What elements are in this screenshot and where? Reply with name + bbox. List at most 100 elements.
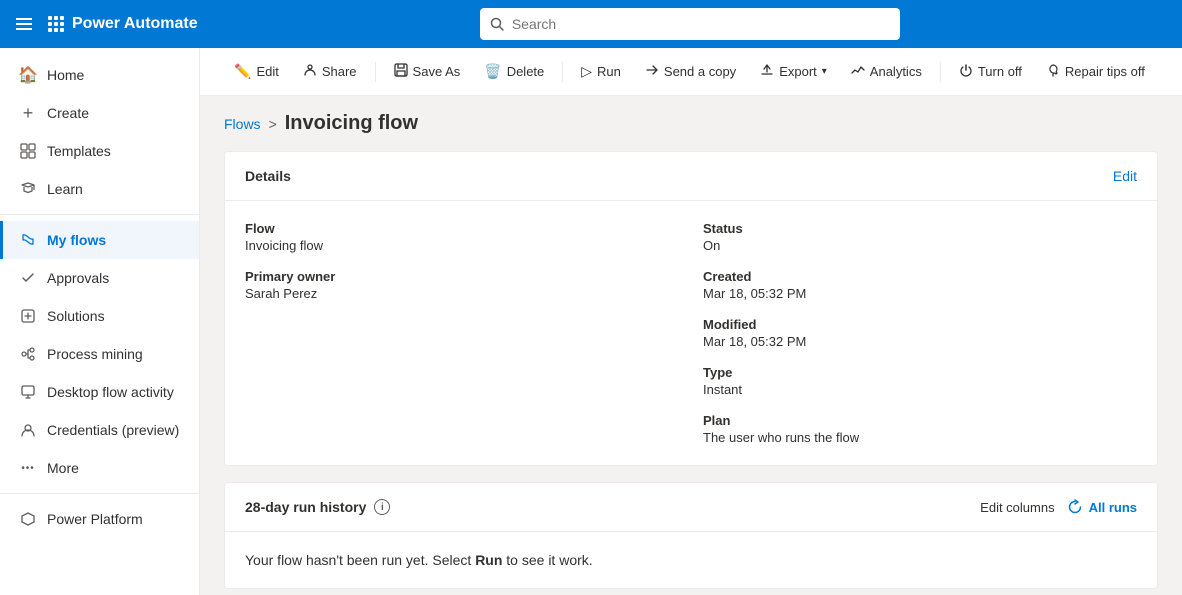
sidebar-item-label: Process mining bbox=[47, 346, 143, 362]
processmining-icon bbox=[19, 345, 37, 363]
toolbar-separator-1 bbox=[375, 62, 376, 82]
run-history-message-keyword: Run bbox=[475, 552, 502, 568]
sidebar-item-create[interactable]: + Create bbox=[0, 94, 199, 132]
sidebar-item-powerplatform[interactable]: Power Platform bbox=[0, 500, 199, 538]
sidebar-item-credentials[interactable]: Credentials (preview) bbox=[0, 411, 199, 449]
myflows-icon bbox=[19, 231, 37, 249]
learn-icon bbox=[19, 180, 37, 198]
analytics-button[interactable]: Analytics bbox=[841, 57, 932, 86]
repairtips-button[interactable]: Repair tips off bbox=[1036, 57, 1155, 86]
details-grid: Flow Invoicing flow Primary owner Sarah … bbox=[245, 221, 1137, 445]
hamburger-button[interactable] bbox=[12, 14, 36, 34]
detail-owner-label: Primary owner bbox=[245, 269, 679, 284]
sidebar: 🏠 Home + Create Templates Learn My flows bbox=[0, 48, 200, 595]
details-card-title: Details bbox=[245, 168, 291, 184]
details-edit-button[interactable]: Edit bbox=[1113, 168, 1137, 184]
all-runs-button[interactable]: All runs bbox=[1067, 499, 1137, 515]
credentials-icon bbox=[19, 421, 37, 439]
sidebar-item-label: Learn bbox=[47, 181, 83, 197]
powerplatform-icon bbox=[19, 510, 37, 528]
export-icon bbox=[760, 63, 774, 80]
edit-columns-button[interactable]: Edit columns bbox=[980, 500, 1054, 515]
sidebar-item-label: My flows bbox=[47, 232, 106, 248]
turnoff-button[interactable]: Turn off bbox=[949, 57, 1032, 86]
detail-modified: Modified Mar 18, 05:32 PM bbox=[703, 317, 1137, 349]
details-right-section: Status On Created Mar 18, 05:32 PM Modif… bbox=[703, 221, 1137, 445]
export-chevron: ▾ bbox=[822, 66, 827, 77]
detail-plan-label: Plan bbox=[703, 413, 1137, 428]
sidebar-item-label: Credentials (preview) bbox=[47, 422, 179, 438]
toolbar: ✏️ Edit Share Save As 🗑️ Delete bbox=[200, 48, 1182, 96]
detail-status-value: On bbox=[703, 238, 1137, 253]
sidebar-item-myflows[interactable]: My flows bbox=[0, 221, 199, 259]
sendcopy-icon bbox=[645, 63, 659, 80]
detail-created: Created Mar 18, 05:32 PM bbox=[703, 269, 1137, 301]
saveas-button[interactable]: Save As bbox=[384, 57, 471, 86]
detail-created-value: Mar 18, 05:32 PM bbox=[703, 286, 1137, 301]
delete-button[interactable]: 🗑️ Delete bbox=[474, 57, 554, 86]
desktopflow-icon bbox=[19, 383, 37, 401]
breadcrumb: Flows > Invoicing flow bbox=[224, 112, 1158, 135]
sidebar-item-templates[interactable]: Templates bbox=[0, 132, 199, 170]
detail-flow: Flow Invoicing flow bbox=[245, 221, 679, 253]
refresh-icon bbox=[1067, 499, 1083, 515]
sidebar-item-desktopflow[interactable]: Desktop flow activity bbox=[0, 373, 199, 411]
sidebar-item-label: Create bbox=[47, 105, 89, 121]
app-name: Power Automate bbox=[72, 15, 198, 33]
detail-plan: Plan The user who runs the flow bbox=[703, 413, 1137, 445]
details-card: Details Edit Flow Invoicing flow bbox=[224, 151, 1158, 466]
sidebar-item-label: Solutions bbox=[47, 308, 105, 324]
breadcrumb-current: Invoicing flow bbox=[285, 112, 418, 135]
breadcrumb-flows-link[interactable]: Flows bbox=[224, 116, 261, 132]
search-bar[interactable] bbox=[480, 8, 900, 40]
search-icon bbox=[490, 17, 504, 31]
detail-plan-value: The user who runs the flow bbox=[703, 430, 1137, 445]
sidebar-item-processmining[interactable]: Process mining bbox=[0, 335, 199, 373]
sidebar-item-home[interactable]: 🏠 Home bbox=[0, 56, 199, 94]
more-icon: ••• bbox=[19, 459, 37, 477]
sidebar-item-label: Home bbox=[47, 67, 84, 83]
detail-type-label: Type bbox=[703, 365, 1137, 380]
edit-button[interactable]: ✏️ Edit bbox=[224, 57, 289, 86]
share-button[interactable]: Share bbox=[293, 57, 367, 86]
run-history-message-prefix: Your flow hasn't been run yet. Select bbox=[245, 552, 475, 568]
detail-status-label: Status bbox=[703, 221, 1137, 236]
sidebar-item-label: Templates bbox=[47, 143, 111, 159]
detail-type: Type Instant bbox=[703, 365, 1137, 397]
solutions-icon bbox=[19, 307, 37, 325]
sidebar-divider-2 bbox=[0, 493, 199, 494]
templates-icon bbox=[19, 142, 37, 160]
run-history-actions: Edit columns All runs bbox=[980, 499, 1137, 515]
sidebar-item-label: Desktop flow activity bbox=[47, 384, 174, 400]
detail-modified-value: Mar 18, 05:32 PM bbox=[703, 334, 1137, 349]
turnoff-icon bbox=[959, 63, 973, 80]
sidebar-item-label: More bbox=[47, 460, 79, 476]
sidebar-item-more[interactable]: ••• More bbox=[0, 449, 199, 487]
run-history-card: 28-day run history i Edit columns All ru… bbox=[224, 482, 1158, 589]
run-history-body: Your flow hasn't been run yet. Select Ru… bbox=[225, 532, 1157, 588]
run-history-info-icon[interactable]: i bbox=[374, 499, 390, 515]
right-panel: ✏️ Edit Share Save As 🗑️ Delete bbox=[200, 48, 1182, 595]
detail-type-value: Instant bbox=[703, 382, 1137, 397]
sidebar-item-approvals[interactable]: Approvals bbox=[0, 259, 199, 297]
details-left-section: Flow Invoicing flow Primary owner Sarah … bbox=[245, 221, 679, 445]
details-card-header: Details Edit bbox=[225, 152, 1157, 201]
toolbar-separator-2 bbox=[562, 62, 563, 82]
sidebar-item-label: Approvals bbox=[47, 270, 109, 286]
sendcopy-button[interactable]: Send a copy bbox=[635, 57, 746, 86]
detail-created-label: Created bbox=[703, 269, 1137, 284]
detail-owner: Primary owner Sarah Perez bbox=[245, 269, 679, 301]
sidebar-item-solutions[interactable]: Solutions bbox=[0, 297, 199, 335]
run-button[interactable]: ▷ Run bbox=[571, 57, 631, 86]
export-button[interactable]: Export ▾ bbox=[750, 57, 837, 86]
run-history-title-group: 28-day run history i bbox=[245, 499, 390, 515]
details-card-body: Flow Invoicing flow Primary owner Sarah … bbox=[225, 201, 1157, 465]
edit-icon: ✏️ bbox=[234, 63, 251, 80]
app-grid-icon bbox=[48, 16, 64, 32]
top-nav: Power Automate bbox=[0, 0, 1182, 48]
sidebar-divider bbox=[0, 214, 199, 215]
search-input[interactable] bbox=[512, 16, 890, 32]
content-area: Flows > Invoicing flow Details Edit bbox=[200, 96, 1182, 595]
toolbar-separator-3 bbox=[940, 62, 941, 82]
sidebar-item-learn[interactable]: Learn bbox=[0, 170, 199, 208]
